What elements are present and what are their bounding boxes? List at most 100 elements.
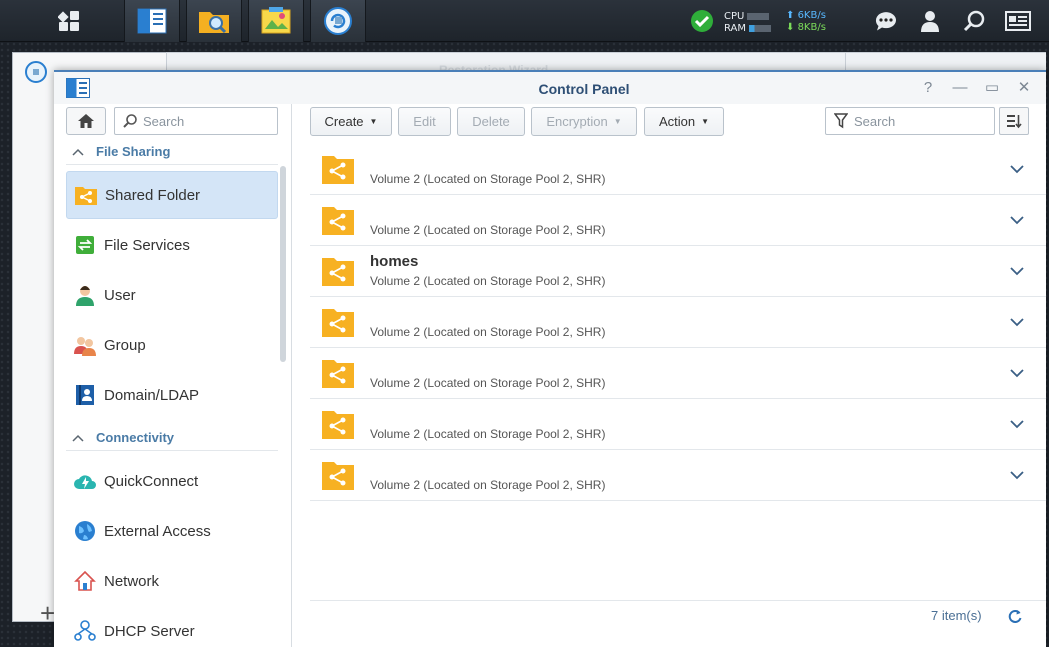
sidebar-item-shared-folder[interactable]: Shared Folder xyxy=(66,171,278,219)
sidebar-item-label: Shared Folder xyxy=(105,186,201,204)
folder-location: Volume 2 (Located on Storage Pool 2, SHR… xyxy=(370,478,606,492)
action-button[interactable]: Action ▼ xyxy=(644,107,724,136)
sidebar-search[interactable] xyxy=(114,107,278,135)
expand-button[interactable] xyxy=(1006,311,1028,333)
quickconnect-icon xyxy=(74,470,96,492)
main-menu-button[interactable] xyxy=(41,0,97,42)
expand-button[interactable] xyxy=(1006,362,1028,384)
sidebar-item-label: Network xyxy=(104,572,160,590)
sidebar-item-file-services[interactable]: File Services xyxy=(66,221,278,269)
sidebar-item-label: External Access xyxy=(104,522,211,540)
edit-label: Edit xyxy=(413,114,436,129)
taskbar-control-panel[interactable] xyxy=(124,0,180,42)
folder-name: homes xyxy=(370,253,419,270)
delete-button[interactable]: Delete xyxy=(457,107,525,136)
download-speed: ⬇ 8KB/s xyxy=(786,22,826,33)
help-button[interactable]: ? xyxy=(918,78,938,98)
dhcp-server-icon xyxy=(74,620,96,642)
expand-button[interactable] xyxy=(1006,158,1028,180)
close-button[interactable]: ✕ xyxy=(1014,78,1034,98)
refresh-button[interactable] xyxy=(1005,606,1025,626)
chevron-down-icon xyxy=(1010,215,1024,224)
sort-icon xyxy=(1007,115,1022,129)
sidebar-search-input[interactable] xyxy=(143,113,263,129)
expand-button[interactable] xyxy=(1006,413,1028,435)
main-menu-icon xyxy=(58,11,79,31)
shared-folder-icon xyxy=(322,309,354,337)
folder-location: Volume 2 (Located on Storage Pool 2, SHR… xyxy=(370,223,606,237)
sidebar-item-external-access[interactable]: External Access xyxy=(66,507,278,555)
status-ok-icon[interactable] xyxy=(688,7,716,35)
folder-row[interactable]: Volume 2 (Located on Storage Pool 2, SHR… xyxy=(310,450,1046,501)
encryption-button[interactable]: Encryption ▼ xyxy=(531,107,637,136)
notifications-icon[interactable] xyxy=(872,7,900,35)
chevron-up-icon xyxy=(72,434,84,442)
create-button[interactable]: Create ▼ xyxy=(310,107,392,136)
folder-row[interactable]: Volume 2 (Located on Storage Pool 2, SHR… xyxy=(310,144,1046,195)
search-icon[interactable] xyxy=(960,7,988,35)
restoration-wizard-window[interactable]: Restoration Wizard xyxy=(166,52,846,77)
sidebar-scrollbar[interactable] xyxy=(280,166,286,362)
backup-app-icon xyxy=(324,7,352,35)
taskbar: CPU RAM ⬆ 6KB/s ⬇ 8KB/s xyxy=(0,0,1049,42)
sidebar-item-domain-ldap[interactable]: Domain/LDAP xyxy=(66,371,278,419)
widgets-icon[interactable] xyxy=(1004,7,1032,35)
sidebar-item-network[interactable]: Network xyxy=(66,557,278,605)
folder-row[interactable]: homes Volume 2 (Located on Storage Pool … xyxy=(310,246,1046,297)
chevron-down-icon xyxy=(1010,368,1024,377)
sidebar-item-label: User xyxy=(104,286,136,304)
sidebar-item-quickconnect[interactable]: QuickConnect xyxy=(66,457,278,505)
caret-down-icon: ▼ xyxy=(613,117,622,126)
folder-location: Volume 2 (Located on Storage Pool 2, SHR… xyxy=(370,427,606,441)
expand-button[interactable] xyxy=(1006,209,1028,231)
taskbar-file-station[interactable] xyxy=(186,0,242,42)
file-services-icon xyxy=(74,234,96,256)
refresh-icon xyxy=(1008,610,1022,623)
folder-location: Volume 2 (Located on Storage Pool 2, SHR… xyxy=(370,325,606,339)
folder-search[interactable] xyxy=(825,107,995,135)
chevron-down-icon xyxy=(1010,164,1024,173)
window-title: Control Panel xyxy=(538,81,630,97)
folder-row[interactable]: Volume 2 (Located on Storage Pool 2, SHR… xyxy=(310,399,1046,450)
folder-row[interactable]: Volume 2 (Located on Storage Pool 2, SHR… xyxy=(310,297,1046,348)
minimize-button[interactable]: — xyxy=(950,78,970,98)
sidebar-item-label: File Services xyxy=(104,236,190,254)
folder-location: Volume 2 (Located on Storage Pool 2, SHR… xyxy=(370,376,606,390)
background-window-controls xyxy=(846,52,1046,72)
sidebar-item-group[interactable]: Group xyxy=(66,321,278,369)
folder-row[interactable]: Volume 2 (Located on Storage Pool 2, SHR… xyxy=(310,195,1046,246)
photo-app-icon xyxy=(261,7,291,34)
expand-button[interactable] xyxy=(1006,260,1028,282)
plus-icon[interactable]: + xyxy=(40,598,55,629)
shared-folder-icon xyxy=(322,258,354,286)
sidebar-item-label: Group xyxy=(104,336,146,354)
maximize-button[interactable]: ▭ xyxy=(982,78,1002,98)
folder-row[interactable]: Volume 2 (Located on Storage Pool 2, SHR… xyxy=(310,348,1046,399)
file-station-icon xyxy=(199,12,229,34)
resource-monitor-widget[interactable]: CPU RAM ⬆ 6KB/s ⬇ 8KB/s xyxy=(724,9,844,35)
footer-divider xyxy=(310,600,1046,601)
sidebar-item-label: Domain/LDAP xyxy=(104,386,200,404)
expand-button[interactable] xyxy=(1006,464,1028,486)
shared-folder-icon xyxy=(322,207,354,235)
sidebar-item-user[interactable]: User xyxy=(66,271,278,319)
caret-down-icon: ▼ xyxy=(701,117,710,126)
filter-icon xyxy=(834,113,848,129)
home-button[interactable] xyxy=(66,107,106,135)
taskbar-backup-app[interactable] xyxy=(310,0,366,42)
taskbar-photo-app[interactable] xyxy=(248,0,304,42)
section-label: Connectivity xyxy=(96,430,175,445)
user-menu-icon[interactable] xyxy=(916,7,944,35)
sort-button[interactable] xyxy=(999,107,1029,135)
section-file-sharing[interactable]: File Sharing xyxy=(66,139,278,165)
action-label: Action xyxy=(658,114,696,129)
upload-speed: ⬆ 6KB/s xyxy=(786,10,826,21)
control-panel-icon xyxy=(137,8,167,34)
cpu-label: CPU xyxy=(724,10,745,22)
group-icon xyxy=(74,334,96,356)
window-titlebar[interactable]: Control Panel ? — ▭ ✕ xyxy=(54,72,1046,104)
folder-search-input[interactable] xyxy=(854,113,974,129)
sidebar-item-dhcp-server[interactable]: DHCP Server xyxy=(66,607,278,647)
section-connectivity[interactable]: Connectivity xyxy=(66,425,278,451)
edit-button[interactable]: Edit xyxy=(398,107,451,136)
